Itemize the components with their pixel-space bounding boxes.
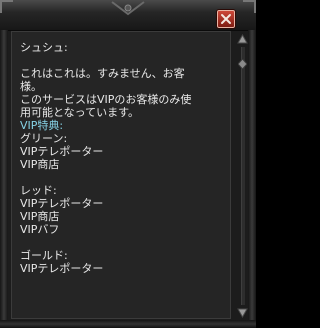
scroll-thumb[interactable] [238, 59, 247, 69]
dialog-line: 用可能となっています。 [20, 106, 140, 119]
frame-corner-icon [0, 0, 13, 13]
benefit-item: VIPテレポーター [20, 145, 104, 158]
line-spacer [20, 54, 224, 67]
benefit-item: VIPテレポーター [20, 262, 104, 275]
frame-ornament-icon [111, 1, 145, 16]
benefit-item: VIPバフ [20, 223, 60, 236]
speaker-name: シュシュ: [20, 41, 68, 54]
frame-corner-icon [243, 0, 256, 13]
dialog-text: シュシュ: これはこれは。すみません、お客 様。 このサービスはVIPのお客様の… [20, 41, 224, 275]
tier-heading-red: レッド: [20, 184, 57, 197]
dialog-line: このサービスはVIPのお客様のみ使 [20, 93, 192, 106]
close-button[interactable] [216, 9, 236, 29]
dialog-scrollbar[interactable] [237, 33, 248, 319]
benefit-item: VIP商店 [20, 158, 60, 171]
dialog-line: 様。 [20, 80, 42, 93]
triangle-up-icon[interactable] [237, 33, 248, 45]
dialog-text-panel: シュシュ: これはこれは。すみません、お客 様。 このサービスはVIPのお客様の… [11, 31, 231, 319]
dialog-line: これはこれは。すみません、お客 [20, 67, 185, 80]
line-spacer [20, 171, 224, 184]
frame-right-border [248, 30, 256, 328]
tier-heading-green: グリーン: [20, 132, 68, 145]
line-spacer [20, 236, 224, 249]
triangle-down-icon[interactable] [237, 307, 248, 319]
tier-heading-gold: ゴールド: [20, 249, 68, 262]
npc-dialog-window: シュシュ: これはこれは。すみません、お客 様。 このサービスはVIPのお客様の… [0, 0, 256, 328]
frame-bottom-border [0, 320, 256, 328]
frame-left-border [0, 30, 8, 328]
vip-benefits-heading: VIP特典: [20, 119, 64, 132]
benefit-item: VIPテレポーター [20, 197, 104, 210]
close-x-icon [221, 14, 231, 24]
scroll-track[interactable] [241, 47, 245, 305]
benefit-item: VIP商店 [20, 210, 60, 223]
